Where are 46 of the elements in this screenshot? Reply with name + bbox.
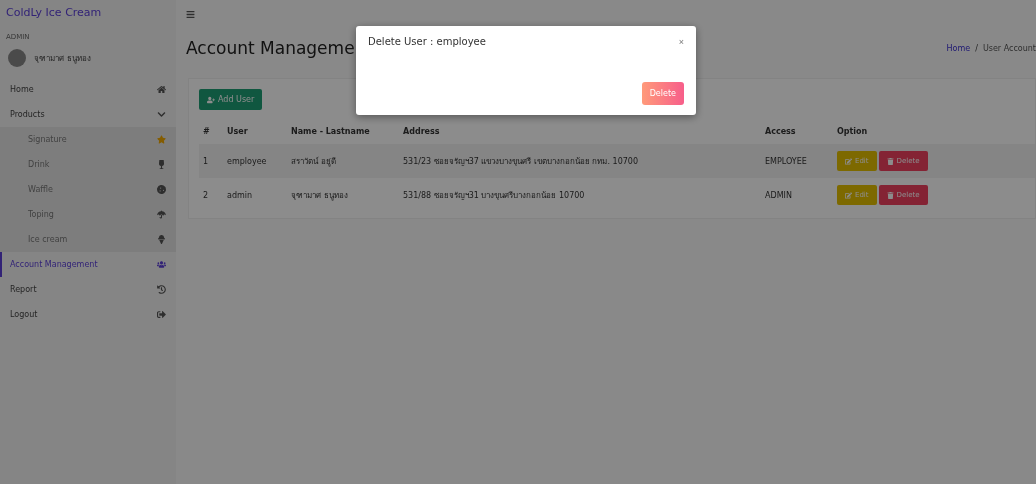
trash-icon [886, 191, 894, 199]
sidebar-item[interactable]: Signature [0, 127, 176, 152]
delete-confirm-button[interactable]: Delete [641, 82, 684, 105]
column-header: # [202, 125, 211, 138]
column-header: Name - Lastname [290, 125, 371, 138]
column-header: Address [402, 125, 441, 138]
trash-icon [886, 157, 894, 165]
column-header: Access [764, 125, 797, 138]
edit-icon [845, 191, 852, 199]
home-icon [157, 85, 166, 94]
breadcrumb-current: User Account [982, 43, 1036, 53]
sidebar-item[interactable]: Logout [0, 302, 176, 327]
sidebar-item[interactable]: Waffle [0, 177, 176, 202]
glass-icon [157, 160, 166, 169]
table-cell: สราวัตน์ อยู่ดี [287, 144, 399, 178]
umbrella-icon [157, 210, 166, 219]
page-title: Account Manageme [186, 38, 355, 58]
cookie-icon [157, 185, 166, 194]
brand-name: ColdLy Ice Cream [5, 5, 103, 21]
menu-icon[interactable] [186, 9, 195, 19]
avatar [8, 49, 26, 67]
table-cell: 531/23 ซอยจรัญฯ37 แขวงบางขุนศรี เขตบางกอกน้อย กทม. 10700 [399, 144, 761, 178]
sidebar-item[interactable]: Products [0, 102, 176, 127]
add-user-button[interactable]: Add User [199, 89, 263, 110]
close-button[interactable]: × [678, 36, 684, 47]
table-cell: employee [223, 144, 287, 178]
ice-cream-icon [157, 235, 166, 244]
sidebar-item[interactable]: Drink [0, 152, 176, 177]
breadcrumb-link[interactable]: Home [946, 43, 971, 53]
star-icon [157, 135, 166, 144]
sidebar-item[interactable]: Toping [0, 202, 176, 227]
logout-icon [157, 310, 166, 319]
column-header: User [226, 125, 249, 138]
table-cell: 1 [199, 144, 223, 178]
breadcrumb-separator: / [975, 43, 978, 53]
table-cell: EMPLOYEE [761, 144, 833, 178]
edit-icon [845, 157, 852, 165]
column-header: Option [836, 125, 869, 138]
sidebar-item[interactable]: Report [0, 277, 176, 302]
user-name: จุฑามาศ ธนูทอง [34, 52, 91, 65]
history-icon [157, 285, 166, 294]
users-icon [157, 260, 166, 269]
user-plus-icon [207, 95, 215, 104]
sidebar-item[interactable]: Home [0, 77, 176, 102]
dialog-title: Delete User : employee [368, 36, 486, 47]
sidebar-item[interactable]: Account Management [0, 252, 176, 277]
